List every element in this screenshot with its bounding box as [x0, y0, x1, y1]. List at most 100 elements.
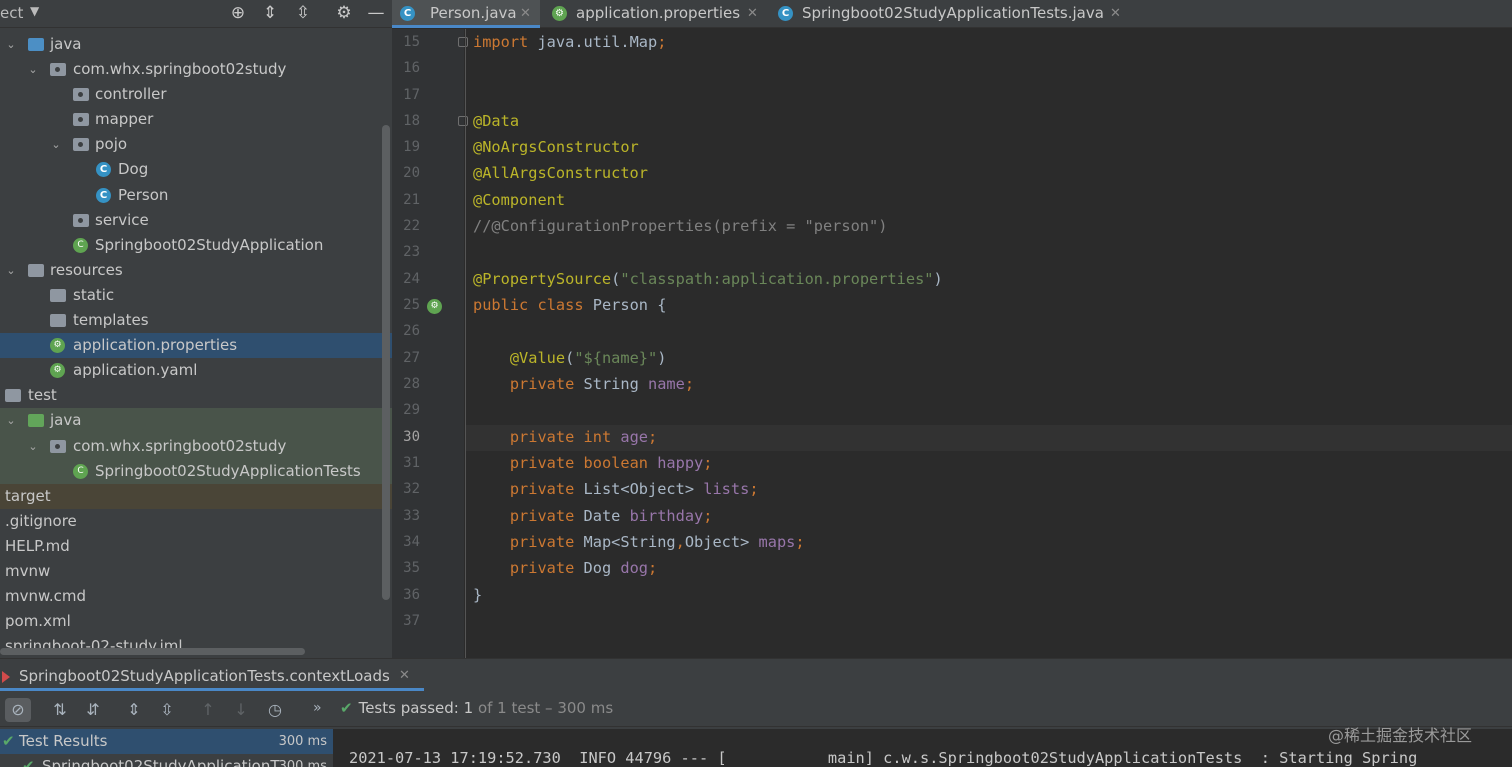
code-line[interactable]: private int age;	[473, 428, 657, 446]
tree-item[interactable]: ⌄ pojo	[0, 132, 392, 157]
tree-item-label: mvnw	[5, 561, 51, 580]
line-number: 15	[403, 34, 420, 50]
tab-person-java[interactable]: C Person.java ✕	[392, 0, 540, 28]
tree-item[interactable]: ⌄ java	[0, 408, 392, 434]
line-number: 20	[403, 165, 420, 181]
chevron-down-icon[interactable]: ⌄	[4, 32, 18, 57]
code-editor[interactable]: 15 16 17 18 19 20 21 22 23 24 25 26 27 2…	[392, 29, 1512, 658]
tree-item-label: application.properties	[73, 336, 238, 355]
spring-bean-gutter-icon[interactable]: ⚙	[427, 299, 442, 314]
code-line[interactable]: //@ConfigurationProperties(prefix = "per…	[473, 217, 887, 235]
line-number: 16	[403, 60, 420, 76]
code-line[interactable]: @Value("${name}")	[473, 349, 667, 367]
tree-item[interactable]: C Springboot02StudyApplicationTests	[0, 458, 392, 484]
tree-item[interactable]: ⌄ java	[0, 32, 392, 57]
code-line[interactable]: }	[473, 586, 482, 604]
tree-item[interactable]: target	[0, 483, 392, 509]
tree-item[interactable]: mapper	[0, 107, 392, 132]
code-line[interactable]: @AllArgsConstructor	[473, 164, 648, 182]
chevron-down-icon[interactable]: ⌄	[49, 132, 63, 157]
code-line[interactable]: private Date birthday;	[473, 507, 713, 525]
tree-item[interactable]: ⚙ application.yaml	[0, 358, 392, 383]
expand-all-icon[interactable]: ⇕	[121, 698, 147, 722]
tree-item[interactable]: static	[0, 283, 392, 308]
test-results-root[interactable]: ✔ Test Results 300 ms	[0, 729, 333, 754]
close-icon[interactable]: ✕	[747, 0, 758, 27]
tree-item[interactable]: templates	[0, 308, 392, 333]
collapse-all-icon[interactable]: ⇳	[292, 3, 314, 23]
test-result-item[interactable]: ✔ Springboot02StudyApplicationT 300 ms	[0, 754, 333, 767]
sort-alphabetically-icon[interactable]: ⇅	[47, 698, 73, 722]
tree-item[interactable]: C Dog	[0, 157, 392, 182]
run-configuration-tab[interactable]: Springboot02StudyApplicationTests.contex…	[0, 663, 424, 691]
close-icon[interactable]: ✕	[1110, 0, 1121, 27]
collapse-all-icon[interactable]: ⇳	[154, 698, 180, 722]
close-icon[interactable]: ✕	[399, 663, 410, 689]
folder-icon	[5, 389, 21, 403]
project-panel-header: ect ▼ ⊕ ⇕ ⇳ ⚙ —	[0, 0, 392, 28]
project-vertical-scrollbar[interactable]	[382, 125, 390, 600]
gear-icon[interactable]: ⚙	[333, 3, 355, 23]
sort-by-duration-icon[interactable]: ⇵	[80, 698, 106, 722]
tree-item-label: pojo	[95, 135, 128, 154]
tree-item-label: pom.xml	[5, 612, 71, 631]
tree-item[interactable]: mvnw	[0, 559, 392, 584]
code-line[interactable]: private String name;	[473, 375, 694, 393]
hide-icon[interactable]: —	[365, 3, 387, 23]
code-line[interactable]: @NoArgsConstructor	[473, 138, 639, 156]
view-dropdown-icon[interactable]: ▼	[30, 4, 39, 18]
project-horizontal-scrollbar[interactable]	[0, 648, 305, 655]
more-actions-icon[interactable]: »	[313, 700, 322, 716]
tab-springboot02studyapplicationtests-java[interactable]: C Springboot02StudyApplicationTests.java…	[768, 0, 1128, 28]
tree-item[interactable]: ⌄ com.whx.springboot02study	[0, 57, 392, 82]
next-test-icon[interactable]: ↓	[228, 698, 254, 722]
tree-item-selected[interactable]: ⚙ application.properties	[0, 333, 392, 359]
folder-icon	[50, 288, 66, 302]
code-line[interactable]: @Component	[473, 191, 565, 209]
chevron-down-icon[interactable]: ⌄	[26, 434, 40, 459]
tree-item[interactable]: ⌄ com.whx.springboot02study	[0, 433, 392, 459]
tree-item-label: Person	[118, 185, 169, 204]
package-icon	[73, 113, 89, 127]
tree-item[interactable]: C Springboot02StudyApplication	[0, 233, 392, 258]
show-passed-toggle-icon[interactable]: ⊘	[5, 698, 31, 722]
watermark: @稀土掘金技术社区	[1328, 726, 1473, 745]
expand-all-icon[interactable]: ⇕	[259, 3, 281, 23]
resources-folder-icon	[28, 263, 44, 277]
tree-item[interactable]: .gitignore	[0, 509, 392, 534]
console-line: 2021-07-13 17:19:52.730 INFO 44796 --- […	[349, 749, 1418, 767]
tree-item[interactable]: mvnw.cmd	[0, 584, 392, 609]
tree-item-label: com.whx.springboot02study	[73, 436, 287, 455]
close-icon[interactable]: ✕	[520, 0, 531, 27]
tree-item[interactable]: C Person	[0, 183, 392, 208]
tree-item[interactable]: HELP.md	[0, 534, 392, 559]
fold-marker-icon[interactable]	[458, 37, 468, 47]
tree-item[interactable]: ⌄ resources	[0, 258, 392, 283]
code-line[interactable]: public class Person {	[473, 296, 666, 314]
code-line[interactable]: private List<Object> lists;	[473, 480, 759, 498]
run-toolbar: ⊘ ⇅ ⇵ ⇕ ⇳ ↑ ↓ ◷ » ✔ Tests passed: 1 of 1 …	[0, 693, 1512, 727]
test-result-time: 300 ms	[278, 759, 327, 767]
code-line[interactable]: @Data	[473, 112, 519, 130]
tree-item-label: templates	[73, 311, 149, 330]
code-line[interactable]: private boolean happy;	[473, 454, 713, 472]
chevron-down-icon[interactable]: ⌄	[4, 408, 18, 433]
chevron-down-icon[interactable]: ⌄	[4, 258, 18, 283]
code-line[interactable]: private Map<String,Object> maps;	[473, 533, 805, 551]
code-line[interactable]: private Dog dog;	[473, 559, 657, 577]
locate-icon[interactable]: ⊕	[227, 3, 249, 23]
tree-item[interactable]: controller	[0, 82, 392, 107]
code-line[interactable]: import java.util.Map;	[473, 33, 666, 51]
class-icon: C	[778, 6, 793, 21]
tree-item[interactable]: pom.xml	[0, 609, 392, 634]
tab-label: Person.java	[430, 4, 517, 22]
tab-application-properties[interactable]: ⚙ application.properties ✕	[542, 0, 766, 28]
test-history-icon[interactable]: ◷	[262, 698, 288, 722]
tree-item[interactable]: test	[0, 383, 392, 408]
chevron-down-icon[interactable]: ⌄	[26, 57, 40, 82]
fold-marker-icon[interactable]	[458, 116, 468, 126]
tree-item[interactable]: service	[0, 208, 392, 233]
code-line[interactable]: @PropertySource("classpath:application.p…	[473, 270, 943, 288]
status-suffix: of 1 test – 300 ms	[473, 699, 614, 717]
previous-test-icon[interactable]: ↑	[195, 698, 221, 722]
